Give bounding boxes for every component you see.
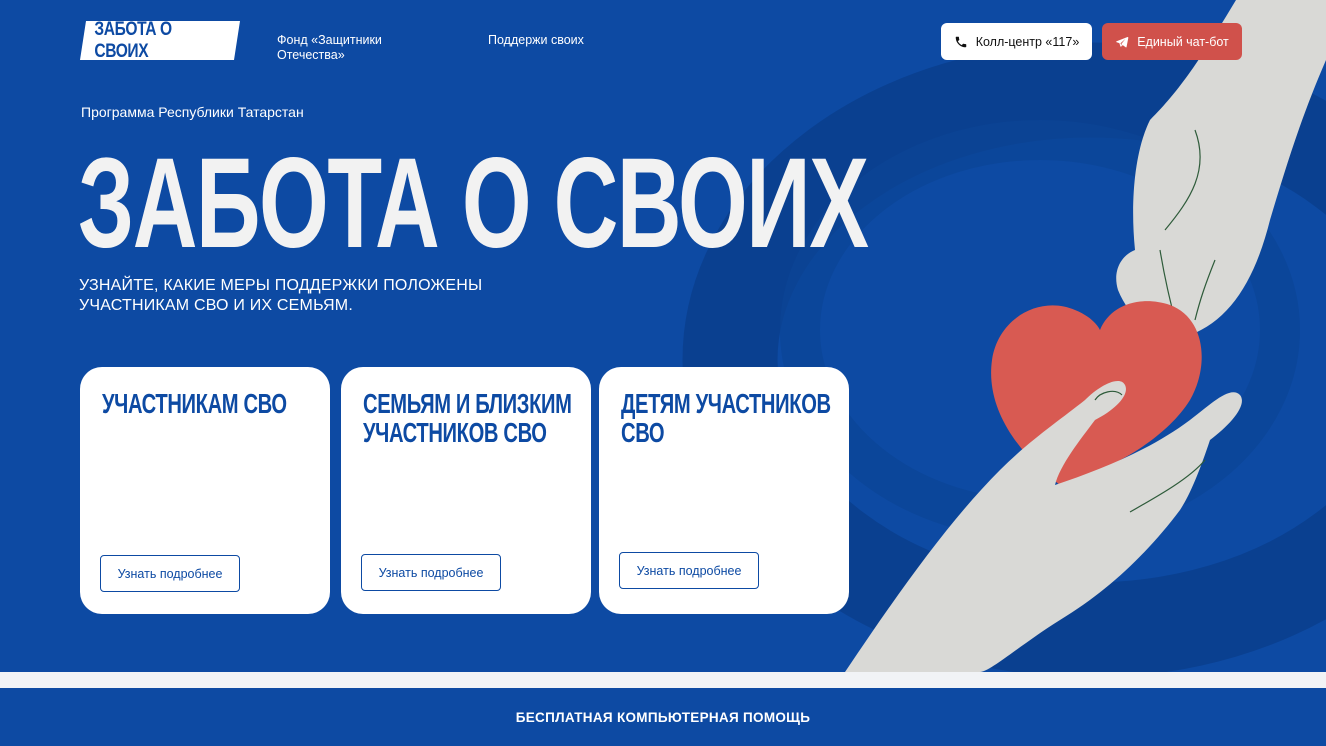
card-title: Детям участников СВО bbox=[621, 388, 831, 448]
hero-subtitle: Узнайте, какие меры поддержки положены у… bbox=[79, 277, 483, 314]
telegram-icon bbox=[1116, 36, 1129, 47]
card-children[interactable]: Детям участников СВО Узнать подробнее bbox=[599, 367, 849, 614]
chat-bot-button[interactable]: Единый чат-бот bbox=[1102, 23, 1242, 60]
call-center-label: Колл-центр «117» bbox=[975, 34, 1080, 49]
section-divider bbox=[0, 672, 1326, 688]
logo-text: ЗАБОТА О СВОИХ bbox=[94, 18, 172, 62]
footer-banner: БЕСПЛАТНАЯ КОМПЬЮТЕРНАЯ ПОМОЩЬ bbox=[0, 688, 1326, 746]
site-logo[interactable]: ЗАБОТА О СВОИХ bbox=[80, 18, 240, 62]
nav-link-support[interactable]: Поддержи своих bbox=[488, 33, 584, 48]
learn-more-button[interactable]: Узнать подробнее bbox=[100, 555, 240, 592]
hero-title: ЗАБОТА О СВОИХ bbox=[78, 132, 869, 275]
card-title: Семьям и близким участников СВО bbox=[363, 388, 572, 448]
chat-bot-label: Единый чат-бот bbox=[1137, 34, 1229, 49]
learn-more-button[interactable]: Узнать подробнее bbox=[619, 552, 759, 589]
nav-link-fund[interactable]: Фонд «Защитники Отечества» bbox=[277, 33, 417, 63]
phone-icon bbox=[955, 36, 966, 47]
hero-section: ЗАБОТА О СВОИХ Фонд «Защитники Отечества… bbox=[0, 0, 1326, 672]
card-families[interactable]: Семьям и близким участников СВО Узнать п… bbox=[341, 367, 591, 614]
learn-more-button[interactable]: Узнать подробнее bbox=[361, 554, 501, 591]
program-label: Программа Республики Татарстан bbox=[81, 104, 304, 120]
card-participants[interactable]: Участникам СВО Узнать подробнее bbox=[80, 367, 330, 614]
call-center-button[interactable]: Колл-центр «117» bbox=[941, 23, 1092, 60]
footer-text: БЕСПЛАТНАЯ КОМПЬЮТЕРНАЯ ПОМОЩЬ bbox=[515, 709, 811, 725]
card-title: Участникам СВО bbox=[102, 388, 287, 419]
